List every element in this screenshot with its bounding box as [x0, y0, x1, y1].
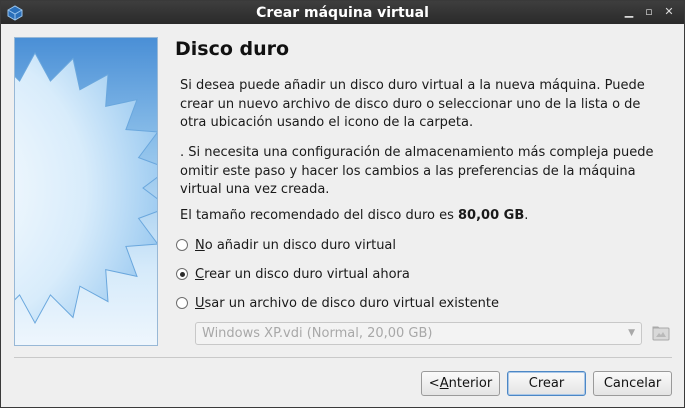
mnemonic-char: U: [195, 295, 205, 311]
virtualbox-icon: [7, 5, 23, 21]
recommended-size-suffix: .: [524, 208, 529, 223]
window-controls: ▁ ▫ ✕: [622, 4, 676, 20]
window-title: Crear máquina virtual: [256, 4, 429, 21]
radio-label: No añadir un disco duro virtual: [195, 238, 396, 253]
radio-label: Usar un archivo de disco duro virtual ex…: [195, 296, 499, 311]
close-icon[interactable]: ✕: [662, 4, 676, 20]
recommended-size-prefix: El tamaño recomendado del disco duro es: [180, 208, 458, 223]
intro-text: Si desea puede añadir un disco duro virt…: [180, 78, 645, 130]
footer-divider: [14, 357, 672, 358]
title-bar[interactable]: Crear máquina virtual ▁ ▫ ✕: [1, 1, 684, 24]
radio-label-rest: o añadir un disco duro virtual: [204, 237, 397, 253]
page-title: Disco duro: [175, 38, 290, 60]
mnemonic-char: A: [439, 376, 449, 391]
mnemonic-char: C: [195, 266, 205, 282]
radio-create-disk[interactable]: Crear un disco duro virtual ahora: [176, 264, 410, 284]
advanced-note-text: . Si necesita una configuración de almac…: [180, 145, 654, 197]
dialog-window: Crear máquina virtual ▁ ▫ ✕ Disco duro S…: [0, 0, 685, 408]
starburst-graphic: [15, 51, 157, 325]
existing-disk-value: Windows XP.vdi (Normal, 20,00 GB): [202, 326, 433, 341]
create-button[interactable]: Crear: [507, 371, 586, 396]
existing-disk-select[interactable]: Windows XP.vdi (Normal, 20,00 GB) ▼: [195, 322, 642, 345]
folder-icon[interactable]: [651, 323, 671, 343]
mnemonic-char: N: [195, 237, 205, 253]
radio-button[interactable]: [176, 239, 188, 251]
maximize-icon[interactable]: ▫: [642, 4, 656, 20]
recommended-size-text: El tamaño recomendado del disco duro es …: [180, 207, 670, 226]
radio-button[interactable]: [176, 297, 188, 309]
radio-label: Crear un disco duro virtual ahora: [195, 267, 410, 282]
minimize-icon[interactable]: ▁: [622, 4, 636, 20]
back-button[interactable]: < Anterior: [421, 371, 500, 396]
recommended-size-value: 80,00 GB: [458, 208, 525, 223]
radio-label-rest: rear un disco duro virtual ahora: [204, 266, 410, 282]
chevron-down-icon: ▼: [628, 328, 635, 338]
wizard-watermark-image: [14, 37, 158, 346]
radio-no-disk[interactable]: No añadir un disco duro virtual: [176, 235, 396, 255]
radio-button[interactable]: [176, 268, 188, 280]
radio-label-rest: sar un archivo de disco duro virtual exi…: [204, 295, 500, 311]
radio-existing-disk[interactable]: Usar un archivo de disco duro virtual ex…: [176, 293, 499, 313]
cancel-button[interactable]: Cancelar: [593, 371, 672, 396]
back-label-rest: nterior: [448, 376, 493, 391]
back-prefix: <: [428, 376, 440, 391]
